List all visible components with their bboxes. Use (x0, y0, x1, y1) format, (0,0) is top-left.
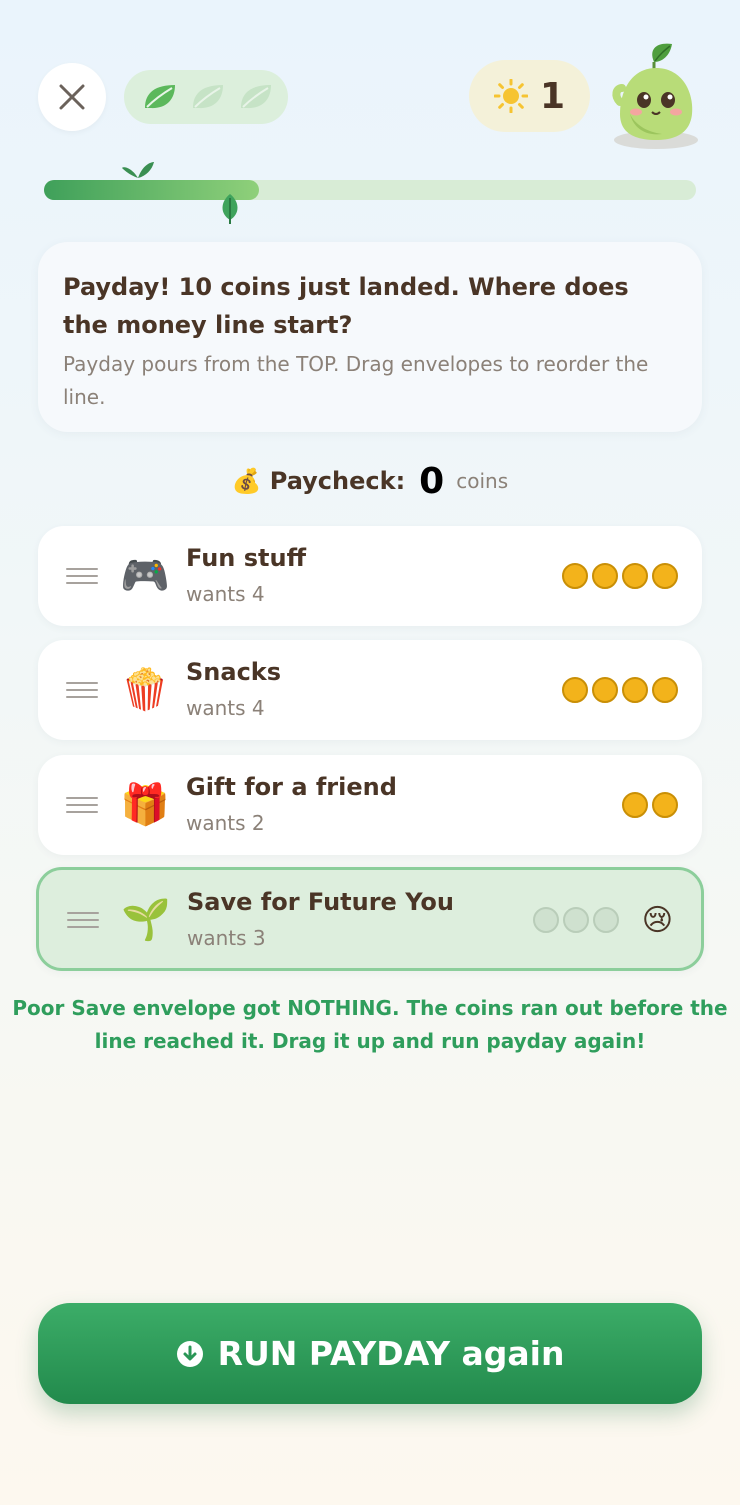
envelope-wants: wants 3 (187, 926, 266, 950)
coin-filled (652, 563, 678, 589)
coin-filled (622, 563, 648, 589)
download-circle-icon (176, 1340, 203, 1367)
coin-filled (592, 563, 618, 589)
envelope-fun-stuff[interactable]: 🎮 Fun stuff wants 4 (38, 526, 702, 626)
drag-handle-icon[interactable] (66, 568, 98, 586)
coin-slots (622, 792, 678, 818)
envelope-name: Save for Future You (187, 888, 454, 916)
crying-face-icon: 😢 (641, 903, 673, 938)
coin-filled (622, 677, 648, 703)
drag-handle-icon[interactable] (66, 682, 98, 700)
coin-filled (652, 792, 678, 818)
envelope-snacks[interactable]: 🍿 Snacks wants 4 (38, 640, 702, 740)
game-controller-icon: 🎮 (120, 553, 170, 599)
coin-empty (533, 907, 559, 933)
prompt-card: Payday! 10 coins just landed. Where does… (38, 242, 702, 432)
leaf-lives (124, 70, 288, 124)
coin-slots (562, 677, 678, 703)
coin-empty (563, 907, 589, 933)
leaf-filled-icon (145, 85, 175, 109)
leaf-marker-icon (222, 194, 238, 224)
sun-counter: 1 (469, 60, 590, 132)
envelope-name: Snacks (186, 658, 282, 686)
coin-filled (622, 792, 648, 818)
feedback-message: Poor Save envelope got NOTHING. The coin… (12, 996, 728, 1053)
sprout-mascot (612, 43, 698, 149)
coin-slots (533, 907, 619, 933)
paycheck-display: 💰 Paycheck: 0 coins (0, 456, 740, 506)
prompt-title: Payday! 10 coins just landed. Where does… (63, 273, 629, 339)
coin-empty (593, 907, 619, 933)
close-button[interactable] (38, 63, 106, 131)
envelope-wants: wants 2 (186, 811, 265, 835)
seedling-icon: 🌱 (121, 897, 171, 943)
level-progress-bar (44, 162, 696, 224)
run-payday-button[interactable]: RUN PAYDAY again (38, 1303, 702, 1404)
paycheck-label: Paycheck: (269, 467, 406, 495)
top-bar: 1 (0, 0, 740, 160)
envelope-name: Fun stuff (186, 544, 307, 572)
leaf-empty-icon (193, 85, 223, 109)
leaf-empty-icon (241, 85, 271, 109)
envelope-name: Gift for a friend (186, 773, 397, 801)
coin-filled (562, 563, 588, 589)
envelope-save[interactable]: 🌱 Save for Future You wants 3 😢 (36, 867, 704, 971)
paycheck-value: 0 (419, 460, 445, 502)
sun-icon (493, 79, 528, 113)
popcorn-icon: 🍿 (120, 667, 170, 713)
coin-filled (652, 677, 678, 703)
run-payday-label: RUN PAYDAY again (217, 1334, 565, 1373)
sun-count: 1 (539, 75, 566, 117)
coin-filled (592, 677, 618, 703)
coin-slots (562, 563, 678, 589)
coin-filled (562, 677, 588, 703)
drag-handle-icon[interactable] (67, 912, 99, 930)
envelope-gift[interactable]: 🎁 Gift for a friend wants 2 (38, 755, 702, 855)
sprout-icon (122, 162, 154, 178)
drag-handle-icon[interactable] (66, 797, 98, 815)
close-icon (59, 84, 85, 110)
prompt-subtitle: Payday pours from the TOP. Drag envelope… (63, 352, 649, 409)
gift-icon: 🎁 (120, 782, 170, 828)
envelope-wants: wants 4 (186, 582, 265, 606)
paycheck-unit: coins (456, 469, 509, 493)
money-bag-icon: 💰 (231, 467, 262, 495)
envelope-wants: wants 4 (186, 696, 265, 720)
